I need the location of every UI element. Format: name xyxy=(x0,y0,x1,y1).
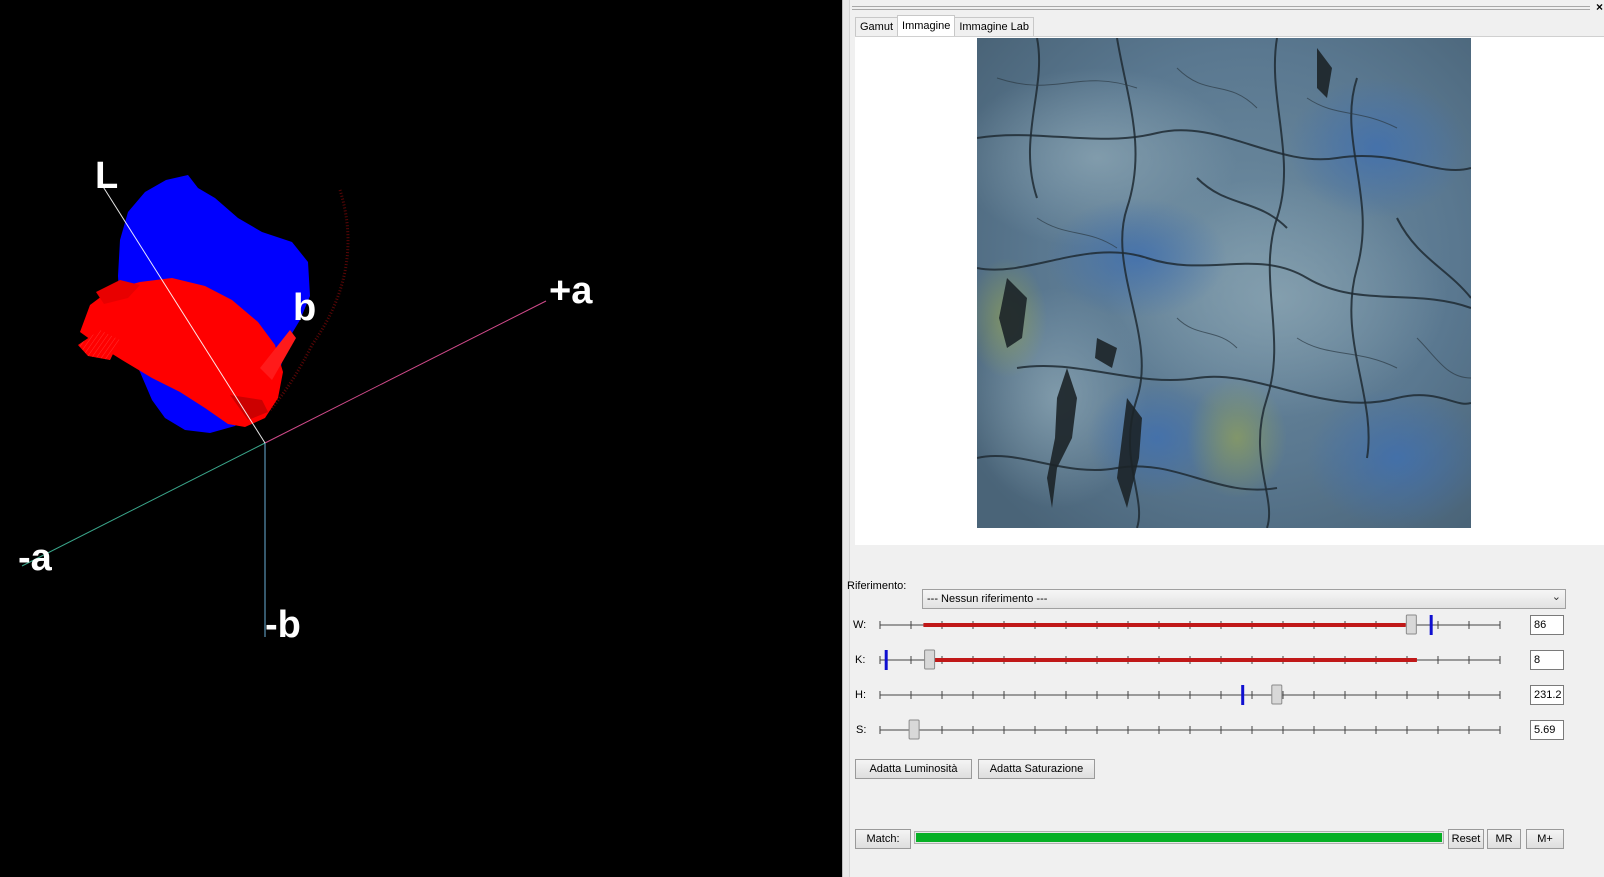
mr-button[interactable]: MR xyxy=(1487,829,1521,849)
adapt-saturation-button[interactable]: Adatta Saturazione xyxy=(978,759,1095,779)
tab-immagine-lab[interactable]: Immagine Lab xyxy=(954,17,1035,36)
value-field-h[interactable]: 231.2 xyxy=(1530,685,1564,705)
slider-label-w: W: xyxy=(853,619,867,631)
reference-dropdown[interactable]: --- Nessun riferimento --- ⌄ xyxy=(922,589,1566,609)
slider-s[interactable] xyxy=(870,719,1510,741)
m-plus-button[interactable]: M+ xyxy=(1526,829,1564,849)
close-icon[interactable]: × xyxy=(1596,0,1603,14)
slider-w[interactable] xyxy=(870,614,1510,636)
gamut-3d-canvas[interactable]: L +a -a -b b xyxy=(0,0,842,877)
slider-label-h: H: xyxy=(855,689,866,701)
tab-content-immagine xyxy=(855,36,1604,545)
slider-k[interactable] xyxy=(870,649,1510,671)
slider-thumb[interactable] xyxy=(924,649,936,670)
match-button[interactable]: Match: xyxy=(855,829,911,849)
match-progress-fill xyxy=(916,833,1442,842)
value-field-w[interactable]: 86 xyxy=(1530,615,1564,635)
value-field-s[interactable]: 5.69 xyxy=(1530,720,1564,740)
adapt-luminosity-button[interactable]: Adatta Luminosità xyxy=(855,759,972,779)
reset-button[interactable]: Reset xyxy=(1448,829,1484,849)
axis-label-L: L xyxy=(95,155,118,197)
controls-panel: Riferimento: --- Nessun riferimento --- … xyxy=(847,544,1604,877)
slider-label-k: K: xyxy=(855,654,866,666)
chevron-down-icon: ⌄ xyxy=(1551,591,1561,603)
tab-gamut[interactable]: Gamut xyxy=(855,17,899,36)
axis-label-plus-a: +a xyxy=(549,270,593,312)
tab-immagine[interactable]: Immagine xyxy=(897,15,956,36)
slider-h[interactable] xyxy=(870,684,1510,706)
axis-label-minus-a: -a xyxy=(18,537,53,579)
match-progress-bar xyxy=(914,831,1444,844)
reference-value: --- Nessun riferimento --- xyxy=(927,593,1048,605)
stone-texture-image xyxy=(977,38,1471,528)
reference-label: Riferimento: xyxy=(847,580,907,592)
slider-thumb[interactable] xyxy=(908,719,920,740)
axis-label-b-partial: b xyxy=(293,287,316,329)
value-field-k[interactable]: 8 xyxy=(1530,650,1564,670)
panel-title-bar: × xyxy=(850,0,1604,14)
axis-label-minus-b: -b xyxy=(265,604,301,646)
gamut-3d-viewer[interactable]: L +a -a -b b xyxy=(0,0,842,877)
side-panel: × Gamut Immagine Immagine Lab Riferiment… xyxy=(847,0,1604,877)
slider-label-s: S: xyxy=(856,724,867,736)
tab-bar: Gamut Immagine Immagine Lab xyxy=(855,15,1035,37)
axis-minus-a xyxy=(21,442,266,567)
slider-thumb[interactable] xyxy=(1271,684,1283,705)
panel-splitter[interactable] xyxy=(842,0,850,877)
slider-thumb[interactable] xyxy=(1405,614,1417,635)
